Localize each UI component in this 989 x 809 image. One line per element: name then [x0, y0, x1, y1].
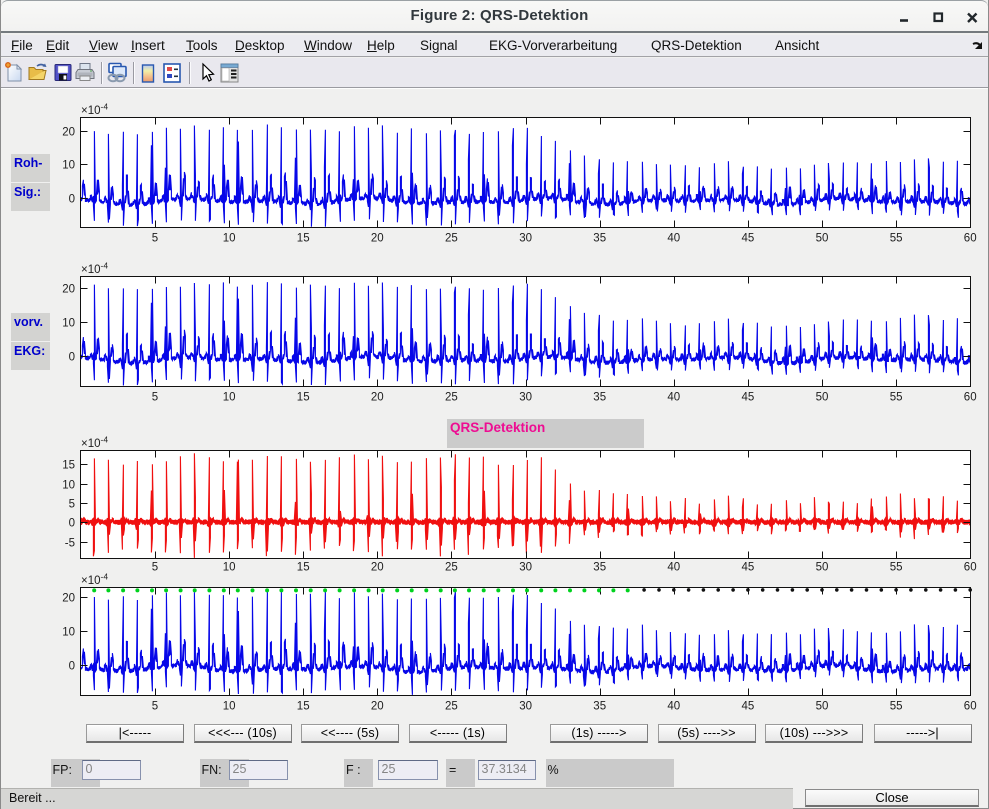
svg-text:45: 45	[742, 392, 755, 404]
svg-text:15: 15	[297, 392, 310, 404]
svg-text:50: 50	[816, 562, 829, 574]
svg-text:0: 0	[69, 518, 75, 530]
svg-text:10: 10	[223, 392, 236, 404]
svg-text:25: 25	[445, 701, 458, 713]
svg-text:30: 30	[519, 233, 532, 245]
svg-text:25: 25	[445, 392, 458, 404]
svg-text:×10-4: ×10-4	[81, 102, 108, 118]
svg-text:10: 10	[62, 160, 75, 172]
svg-text:10: 10	[223, 233, 236, 245]
svg-text:×10-4: ×10-4	[81, 261, 108, 277]
svg-text:5: 5	[69, 499, 75, 511]
svg-text:35: 35	[593, 562, 606, 574]
svg-text:20: 20	[371, 701, 384, 713]
svg-text:35: 35	[593, 701, 606, 713]
svg-text:40: 40	[667, 392, 680, 404]
svg-text:15: 15	[297, 233, 310, 245]
svg-text:20: 20	[371, 392, 384, 404]
svg-text:20: 20	[62, 127, 75, 139]
svg-text:40: 40	[667, 701, 680, 713]
svg-text:-5: -5	[65, 538, 75, 550]
svg-text:20: 20	[62, 284, 75, 296]
svg-text:0: 0	[69, 194, 75, 206]
svg-text:30: 30	[519, 701, 532, 713]
svg-text:30: 30	[519, 562, 532, 574]
svg-text:50: 50	[816, 701, 829, 713]
svg-text:5: 5	[152, 392, 158, 404]
svg-text:60: 60	[964, 562, 977, 574]
svg-text:5: 5	[152, 562, 158, 574]
svg-text:25: 25	[445, 562, 458, 574]
svg-text:15: 15	[297, 701, 310, 713]
svg-text:15: 15	[297, 562, 310, 574]
svg-text:55: 55	[890, 233, 903, 245]
svg-text:20: 20	[62, 593, 75, 605]
svg-text:55: 55	[890, 701, 903, 713]
svg-text:15: 15	[62, 460, 75, 472]
svg-text:55: 55	[890, 392, 903, 404]
svg-text:35: 35	[593, 233, 606, 245]
svg-text:60: 60	[964, 701, 977, 713]
svg-text:20: 20	[371, 233, 384, 245]
svg-text:20: 20	[371, 562, 384, 574]
svg-text:50: 50	[816, 392, 829, 404]
svg-text:45: 45	[742, 562, 755, 574]
svg-text:40: 40	[667, 233, 680, 245]
svg-text:10: 10	[223, 562, 236, 574]
svg-text:60: 60	[964, 392, 977, 404]
svg-text:10: 10	[62, 480, 75, 492]
svg-text:35: 35	[593, 392, 606, 404]
svg-text:0: 0	[69, 661, 75, 673]
svg-text:25: 25	[445, 233, 458, 245]
svg-text:×10-4: ×10-4	[81, 435, 108, 451]
svg-text:60: 60	[964, 233, 977, 245]
svg-text:×10-4: ×10-4	[81, 572, 108, 588]
svg-text:50: 50	[816, 233, 829, 245]
svg-text:5: 5	[152, 233, 158, 245]
svg-text:0: 0	[69, 352, 75, 364]
svg-text:10: 10	[62, 627, 75, 639]
svg-text:5: 5	[152, 701, 158, 713]
svg-text:45: 45	[742, 233, 755, 245]
svg-text:10: 10	[223, 701, 236, 713]
svg-text:55: 55	[890, 562, 903, 574]
svg-text:45: 45	[742, 701, 755, 713]
svg-text:10: 10	[62, 318, 75, 330]
svg-text:40: 40	[667, 562, 680, 574]
svg-text:30: 30	[519, 392, 532, 404]
